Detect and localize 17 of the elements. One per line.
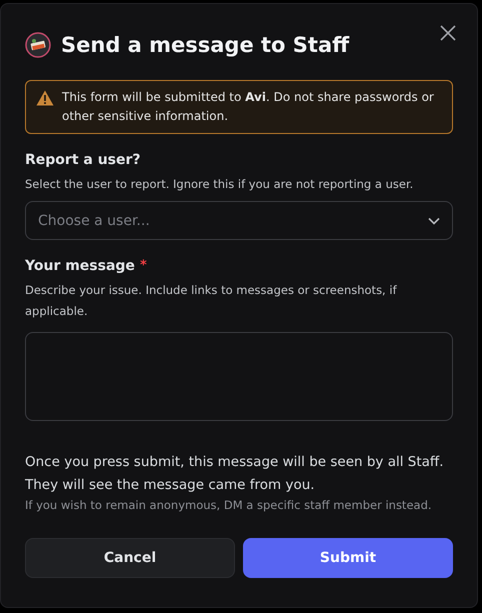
submit-button[interactable]: Submit (243, 538, 453, 578)
user-select[interactable]: Choose a user... (25, 201, 453, 240)
required-mark: * (140, 258, 147, 273)
field-label: Your message (25, 258, 135, 274)
message-field[interactable] (25, 332, 453, 421)
dialog-title: Send a message to Staff (61, 33, 350, 57)
server-icon (25, 32, 51, 58)
warning-text: This form will be submitted to Avi. Do not share passwords or other sensitive information. (62, 89, 435, 125)
field-description: Describe your issue. Include links to messages or screenshots, if applicable. (25, 282, 398, 320)
cancel-button[interactable]: Cancel (25, 538, 235, 578)
close-icon[interactable] (439, 24, 457, 42)
field-label: Report a user? (25, 152, 141, 168)
notice-text: Once you press submit, this message will be seen by all Staff. They will see the message came from you. (25, 453, 444, 495)
anonymity-hint: If you wish to remain anonymous, DM a specific staff member instead. (25, 497, 433, 514)
field-description: Select the user to report. Ignore this if you are not reporting a user. (25, 176, 414, 193)
warning-icon (36, 90, 54, 106)
chevron-down-icon (428, 216, 440, 224)
